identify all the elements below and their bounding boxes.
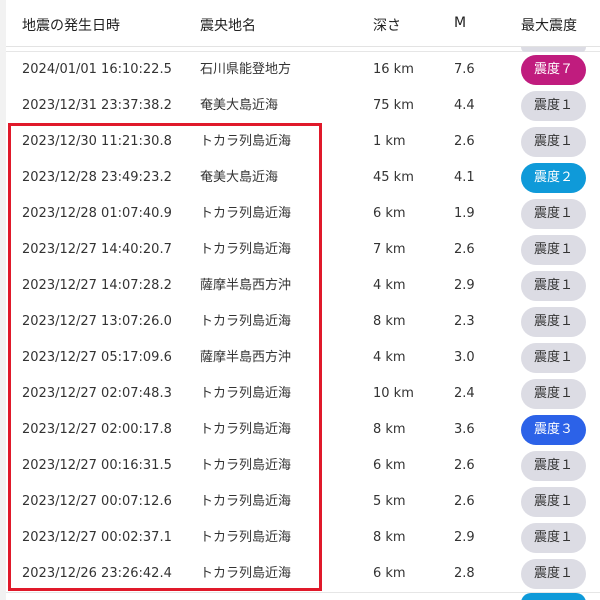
quake-location: 奄美大島近海: [200, 170, 279, 185]
quake-depth: 4 km: [373, 278, 406, 293]
quake-depth: 6 km: [373, 566, 406, 581]
quake-depth: 8 km: [373, 314, 406, 329]
quake-datetime: 2023/12/27 00:07:12.6: [22, 494, 172, 509]
quake-depth: 16 km: [373, 62, 414, 77]
table-row[interactable]: 2023/12/27 14:07:28.2 薩摩半島西方沖 4 km 2.9 震度１: [6, 268, 600, 305]
intensity-badge: 震度１: [521, 379, 586, 409]
quake-location: トカラ列島近海: [200, 242, 292, 257]
table-row[interactable]: 2023/12/27 00:07:12.6 トカラ列島近海 5 km 2.6 震度１: [6, 484, 600, 521]
quake-location: トカラ列島近海: [200, 422, 292, 437]
table-row[interactable]: 2023/12/27 00:02:37.1 トカラ列島近海 8 km 2.9 震度１: [6, 520, 600, 557]
quake-depth: 10 km: [373, 386, 414, 401]
header-magnitude[interactable]: M: [454, 15, 466, 31]
quake-datetime: 2023/12/27 00:02:37.1: [22, 530, 172, 545]
quake-datetime: 2023/12/31 23:37:38.2: [22, 98, 172, 113]
quake-magnitude: 3.0: [454, 350, 475, 365]
quake-datetime: 2023/12/27 14:07:28.2: [22, 278, 172, 293]
quake-location: トカラ列島近海: [200, 134, 292, 149]
quake-depth: 1 km: [373, 134, 406, 149]
quake-datetime: 2023/12/27 00:16:31.5: [22, 458, 172, 473]
quake-datetime: 2023/12/27 13:07:26.0: [22, 314, 172, 329]
quake-depth: 6 km: [373, 206, 406, 221]
intensity-badge: 震度３: [521, 415, 586, 445]
quake-depth: 75 km: [373, 98, 414, 113]
intensity-badge: 震度１: [521, 307, 586, 337]
quake-depth: 8 km: [373, 530, 406, 545]
header-depth[interactable]: 深さ: [373, 15, 401, 35]
table-row[interactable]: 2023/12/26 23:26:42.4 トカラ列島近海 6 km 2.8 震度１: [6, 556, 600, 593]
quake-magnitude: 2.9: [454, 278, 475, 293]
table-row[interactable]: 2023/12/28 01:07:40.9 トカラ列島近海 6 km 1.9 震度１: [6, 196, 600, 233]
quake-datetime: 2024/01/01 16:10:22.5: [22, 62, 172, 77]
intensity-badge: 震度７: [521, 55, 586, 85]
intensity-badge: 震度２: [521, 163, 586, 193]
table-header: 地震の発生日時 震央地名 深さ M 最大震度: [6, 0, 600, 47]
quake-datetime: 2023/12/27 05:17:09.6: [22, 350, 172, 365]
intensity-badge: 震度１: [521, 127, 586, 157]
quake-datetime: 2023/12/26 23:26:42.4: [22, 566, 172, 581]
table-row[interactable]: 2023/12/27 14:40:20.7 トカラ列島近海 7 km 2.6 震度１: [6, 232, 600, 269]
table-row[interactable]: 2023/12/27 00:16:31.5 トカラ列島近海 6 km 2.6 震度１: [6, 448, 600, 485]
intensity-badge: 震度１: [521, 523, 586, 553]
intensity-badge: 震度１: [521, 91, 586, 121]
table-row[interactable]: 2023/12/28 23:49:23.2 奄美大島近海 45 km 4.1 震度２: [6, 160, 600, 197]
earthquake-table: 地震の発生日時 震央地名 深さ M 最大震度 2024/01/01 16:10:…: [6, 0, 600, 600]
quake-datetime: 2023/12/28 01:07:40.9: [22, 206, 172, 221]
quake-datetime: 2023/12/27 02:07:48.3: [22, 386, 172, 401]
intensity-badge: 震度１: [521, 271, 586, 301]
quake-depth: 8 km: [373, 422, 406, 437]
quake-depth: 5 km: [373, 494, 406, 509]
quake-location: トカラ列島近海: [200, 314, 292, 329]
quake-datetime: 2023/12/30 11:21:30.8: [22, 134, 172, 149]
quake-location: トカラ列島近海: [200, 494, 292, 509]
table-row[interactable]: 2023/12/27 13:07:26.0 トカラ列島近海 8 km 2.3 震度１: [6, 304, 600, 341]
quake-datetime: 2023/12/27 02:00:17.8: [22, 422, 172, 437]
quake-datetime: 2023/12/27 14:40:20.7: [22, 242, 172, 257]
quake-location: トカラ列島近海: [200, 530, 292, 545]
table-row[interactable]: 2023/12/31 23:37:38.2 奄美大島近海 75 km 4.4 震度１: [6, 88, 600, 125]
quake-depth: 4 km: [373, 350, 406, 365]
quake-datetime: 2023/12/28 23:49:23.2: [22, 170, 172, 185]
intensity-badge: 震度１: [521, 235, 586, 265]
table-row[interactable]: 2023/12/27 02:07:48.3 トカラ列島近海 10 km 2.4 震度１: [6, 376, 600, 413]
quake-magnitude: 2.6: [454, 242, 475, 257]
quake-depth: 7 km: [373, 242, 406, 257]
quake-magnitude: 7.6: [454, 62, 475, 77]
quake-magnitude: 2.4: [454, 386, 475, 401]
quake-magnitude: 2.6: [454, 134, 475, 149]
quake-magnitude: 2.9: [454, 530, 475, 545]
table-row[interactable]: 2023/12/27 02:00:17.8 トカラ列島近海 8 km 3.6 震度３: [6, 412, 600, 449]
quake-location: トカラ列島近海: [200, 206, 292, 221]
quake-magnitude: 2.8: [454, 566, 475, 581]
quake-magnitude: 1.9: [454, 206, 475, 221]
quake-depth: 45 km: [373, 170, 414, 185]
intensity-badge: 震度１: [521, 343, 586, 373]
intensity-badge-partial-bottom: [521, 593, 586, 600]
quake-depth: 6 km: [373, 458, 406, 473]
header-location[interactable]: 震央地名: [200, 15, 256, 35]
quake-magnitude: 2.3: [454, 314, 475, 329]
table-row[interactable]: 2023/12/30 11:21:30.8 トカラ列島近海 1 km 2.6 震度１: [6, 124, 600, 161]
table-row[interactable]: 2023/12/27 05:17:09.6 薩摩半島西方沖 4 km 3.0 震度１: [6, 340, 600, 377]
header-date[interactable]: 地震の発生日時: [22, 15, 120, 35]
intensity-badge: 震度１: [521, 559, 586, 589]
quake-location: トカラ列島近海: [200, 566, 292, 581]
quake-location: トカラ列島近海: [200, 386, 292, 401]
intensity-badge: 震度１: [521, 199, 586, 229]
header-intensity[interactable]: 最大震度: [521, 15, 577, 35]
quake-magnitude: 2.6: [454, 458, 475, 473]
quake-location: 石川県能登地方: [200, 62, 292, 77]
quake-location: 薩摩半島西方沖: [200, 350, 292, 365]
table-row[interactable]: 2024/01/01 16:10:22.5 石川県能登地方 16 km 7.6 震度７: [6, 52, 600, 89]
quake-magnitude: 4.4: [454, 98, 475, 113]
intensity-badge: 震度１: [521, 451, 586, 481]
quake-magnitude: 3.6: [454, 422, 475, 437]
quake-location: トカラ列島近海: [200, 458, 292, 473]
quake-magnitude: 2.6: [454, 494, 475, 509]
quake-location: 薩摩半島西方沖: [200, 278, 292, 293]
intensity-badge: 震度１: [521, 487, 586, 517]
quake-magnitude: 4.1: [454, 170, 475, 185]
quake-location: 奄美大島近海: [200, 98, 279, 113]
